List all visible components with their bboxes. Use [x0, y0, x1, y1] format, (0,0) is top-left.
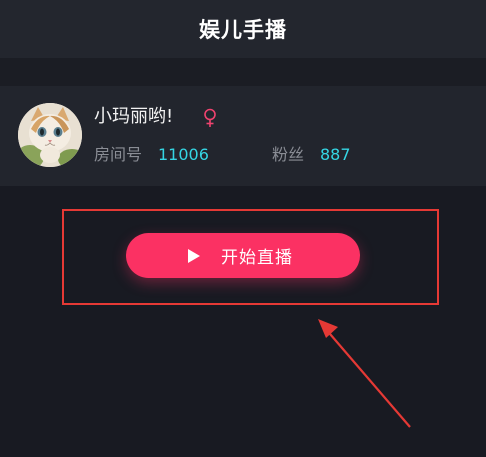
profile-card: 小玛丽哟! 房间号 11006 粉丝 887 [0, 86, 486, 186]
section-spacer [0, 58, 486, 86]
avatar[interactable] [18, 103, 82, 167]
start-live-button[interactable]: 开始直播 [126, 233, 360, 278]
annotation-arrow [318, 319, 411, 428]
fans-count: 887 [320, 145, 351, 164]
play-icon [188, 248, 200, 263]
top-bar: 娱儿手播 [0, 0, 486, 58]
room-number-label: 房间号 [94, 145, 143, 164]
start-live-label: 开始直播 [221, 248, 293, 268]
room-number-value: 11006 [158, 145, 209, 164]
page-title: 娱儿手播 [199, 18, 287, 42]
user-name: 小玛丽哟! [94, 106, 174, 127]
cat-avatar-image [18, 103, 82, 167]
female-icon [204, 108, 216, 127]
fans-label: 粉丝 [272, 145, 305, 164]
